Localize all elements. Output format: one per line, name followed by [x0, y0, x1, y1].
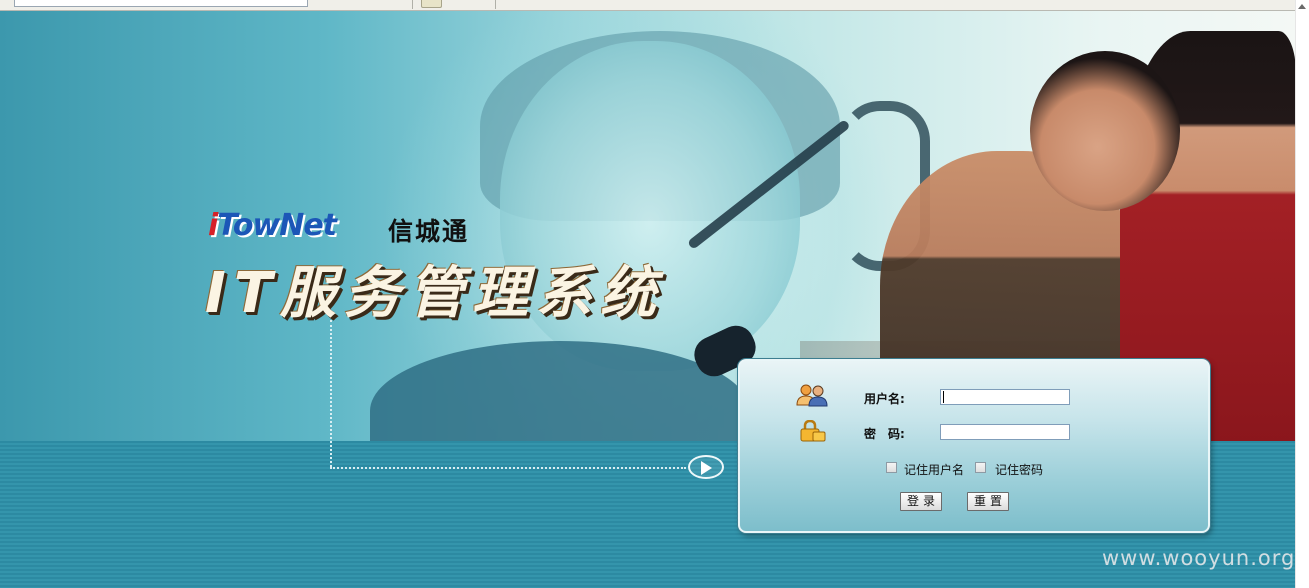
vertical-scrollbar[interactable]	[1295, 0, 1309, 588]
brand-chinese-name: 信城通	[388, 217, 470, 246]
address-bar[interactable]	[14, 0, 308, 7]
brand-logo-text: TowNet	[217, 208, 337, 243]
browser-toolbar	[0, 0, 1309, 11]
login-button[interactable]: 登录	[900, 492, 942, 511]
toolbar-edit-icon[interactable]	[421, 0, 442, 8]
system-title: IT服务管理系统	[205, 261, 665, 326]
remember-username-checkbox[interactable]	[886, 462, 897, 473]
reset-button[interactable]: 重置	[967, 492, 1009, 511]
username-input[interactable]	[940, 389, 1070, 405]
dotted-connector-horizontal	[330, 467, 686, 469]
users-icon	[796, 384, 828, 407]
brand-logo: iTowNet	[208, 208, 337, 243]
password-label: 密 码:	[864, 427, 905, 441]
remember-username-label: 记住用户名	[904, 463, 965, 477]
remember-password-checkbox[interactable]	[975, 462, 986, 473]
text-caret	[943, 391, 944, 403]
dotted-connector-vertical	[330, 320, 332, 467]
scroll-up-icon[interactable]	[1298, 4, 1306, 9]
staff-woman-head	[1030, 51, 1180, 211]
watermark: www.wooyun.org	[1102, 546, 1296, 570]
username-label: 用户名:	[864, 392, 905, 406]
brand-logo-i: i	[208, 208, 218, 243]
lock-icon	[800, 420, 826, 442]
remember-password-label: 记住密码	[995, 463, 1044, 477]
arrow-right-icon	[688, 455, 724, 479]
toolbar-separator	[412, 0, 413, 9]
toolbar-separator	[495, 0, 496, 9]
password-input[interactable]	[940, 424, 1070, 440]
